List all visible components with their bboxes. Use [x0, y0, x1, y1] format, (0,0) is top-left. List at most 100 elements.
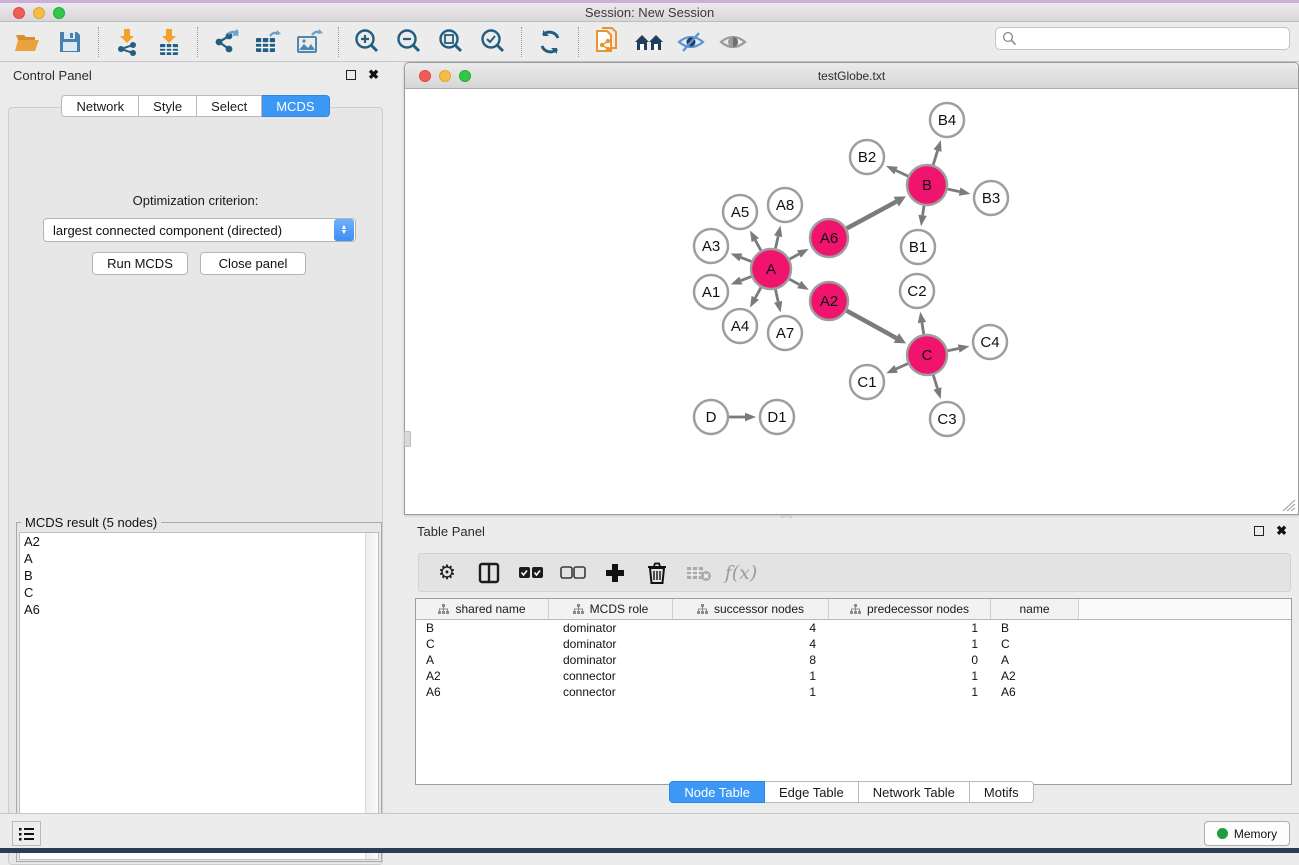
splitter-grip-vertical[interactable] [404, 431, 411, 447]
add-column-icon[interactable] [601, 559, 629, 587]
column-header-MCDS-role[interactable]: MCDS role [549, 599, 673, 619]
main-close-button[interactable] [13, 7, 25, 19]
tab-select[interactable]: Select [197, 95, 262, 117]
open-folder-icon[interactable] [12, 27, 44, 57]
table-cell[interactable]: connector [549, 669, 673, 683]
edge-A6-B[interactable] [847, 202, 897, 229]
edge-A-A8[interactable] [775, 236, 778, 248]
edge-A-A1[interactable] [741, 277, 752, 281]
edge-A-A7[interactable] [775, 290, 778, 302]
table-cell[interactable]: 4 [673, 637, 829, 651]
table-row[interactable]: Adominator80A [416, 652, 1291, 668]
edge-A-A5[interactable] [755, 240, 761, 250]
result-item[interactable]: A [20, 550, 378, 567]
result-list-scrollbar[interactable] [365, 533, 378, 859]
table-row[interactable]: A2connector11A2 [416, 668, 1291, 684]
node-table[interactable]: shared nameMCDS rolesuccessor nodesprede… [415, 598, 1292, 785]
table-options-gear-icon[interactable]: ⚙ [433, 559, 461, 587]
unselect-all-columns-icon[interactable] [559, 559, 587, 587]
search-input[interactable] [1017, 28, 1289, 49]
new-network-from-selection-icon[interactable] [591, 27, 623, 57]
network-zoom-button[interactable] [459, 70, 471, 82]
table-cell[interactable]: A2 [991, 669, 1079, 683]
tab-mcds[interactable]: MCDS [262, 95, 329, 117]
hide-graphics-details-icon[interactable] [675, 27, 707, 57]
close-panel-button[interactable]: Close panel [200, 252, 306, 275]
edge-A-A2[interactable] [789, 279, 799, 284]
export-network-icon[interactable] [210, 27, 242, 57]
column-header-shared-name[interactable]: shared name [416, 599, 549, 619]
table-row[interactable]: Bdominator41B [416, 620, 1291, 636]
edge-B-B4[interactable] [933, 151, 937, 165]
column-header-name[interactable]: name [991, 599, 1079, 619]
table-cell[interactable]: connector [549, 685, 673, 699]
result-item[interactable]: A2 [20, 533, 378, 550]
edge-A-A6[interactable] [790, 254, 799, 259]
tab-network-table[interactable]: Network Table [859, 781, 970, 803]
network-window-titlebar[interactable]: testGlobe.txt [405, 63, 1298, 89]
tab-node-table[interactable]: Node Table [669, 781, 765, 803]
toolbar-search-field[interactable] [995, 27, 1290, 50]
table-cell[interactable]: 0 [829, 653, 991, 667]
edge-C-C1[interactable] [896, 364, 908, 369]
refresh-icon[interactable] [534, 27, 566, 57]
network-minimize-button[interactable] [439, 70, 451, 82]
edge-C-C3[interactable] [933, 375, 937, 388]
table-cell[interactable]: A6 [991, 685, 1079, 699]
table-cell[interactable]: 1 [673, 669, 829, 683]
mcds-result-list[interactable]: A2ABCA6 [19, 532, 379, 860]
table-cell[interactable]: dominator [549, 637, 673, 651]
control-panel-float-icon[interactable] [346, 70, 356, 80]
memory-button[interactable]: Memory [1204, 821, 1290, 846]
edge-A-A4[interactable] [755, 287, 761, 297]
table-cell[interactable]: B [416, 621, 549, 635]
import-table-icon[interactable] [153, 27, 185, 57]
show-graphics-details-icon[interactable] [717, 27, 749, 57]
table-cell[interactable]: A [991, 653, 1079, 667]
export-table-icon[interactable] [252, 27, 284, 57]
table-cell[interactable]: dominator [549, 653, 673, 667]
edge-B-B3[interactable] [948, 189, 960, 191]
edge-A2-C[interactable] [847, 311, 897, 338]
table-cell[interactable]: A2 [416, 669, 549, 683]
zoom-fit-icon[interactable] [435, 27, 467, 57]
show-columns-icon[interactable] [475, 559, 503, 587]
table-cell[interactable]: 8 [673, 653, 829, 667]
table-cell[interactable]: 1 [829, 621, 991, 635]
table-cell[interactable]: A6 [416, 685, 549, 699]
result-item[interactable]: A6 [20, 601, 378, 618]
table-cell[interactable]: C [991, 637, 1079, 651]
save-icon[interactable] [54, 27, 86, 57]
table-cell[interactable]: 4 [673, 621, 829, 635]
zoom-out-icon[interactable] [393, 27, 425, 57]
criterion-dropdown[interactable]: largest connected component (directed) ▲… [43, 218, 356, 242]
edge-B-B2[interactable] [896, 171, 908, 177]
table-panel-float-icon[interactable] [1254, 526, 1264, 536]
task-history-button[interactable] [12, 821, 41, 846]
edge-C-C2[interactable] [922, 323, 924, 335]
delete-column-icon[interactable] [643, 559, 671, 587]
table-cell[interactable]: 1 [829, 637, 991, 651]
table-cell[interactable]: C [416, 637, 549, 651]
window-resize-grip[interactable] [1282, 499, 1296, 512]
result-item[interactable]: C [20, 584, 378, 601]
edge-B-B1[interactable] [923, 206, 924, 216]
column-header-predecessor-nodes[interactable]: predecessor nodes [829, 599, 991, 619]
control-panel-close-icon[interactable]: ✖ [368, 70, 379, 80]
tab-edge-table[interactable]: Edge Table [765, 781, 859, 803]
edge-A-A3[interactable] [741, 257, 752, 261]
table-cell[interactable]: 1 [673, 685, 829, 699]
first-neighbors-icon[interactable] [633, 27, 665, 57]
import-network-icon[interactable] [111, 27, 143, 57]
zoom-selected-icon[interactable] [477, 27, 509, 57]
select-all-columns-icon[interactable] [517, 559, 545, 587]
export-image-icon[interactable] [294, 27, 326, 57]
table-cell[interactable]: 1 [829, 685, 991, 699]
network-close-button[interactable] [419, 70, 431, 82]
table-cell[interactable]: 1 [829, 669, 991, 683]
network-canvas[interactable]: AA1A3A4A5A7A8A6A2BB1B2B3B4CC1C2C3C4DD1 [406, 89, 1297, 510]
tab-motifs[interactable]: Motifs [970, 781, 1034, 803]
table-row[interactable]: Cdominator41C [416, 636, 1291, 652]
table-panel-close-icon[interactable]: ✖ [1276, 526, 1287, 536]
column-header-successor-nodes[interactable]: successor nodes [673, 599, 829, 619]
